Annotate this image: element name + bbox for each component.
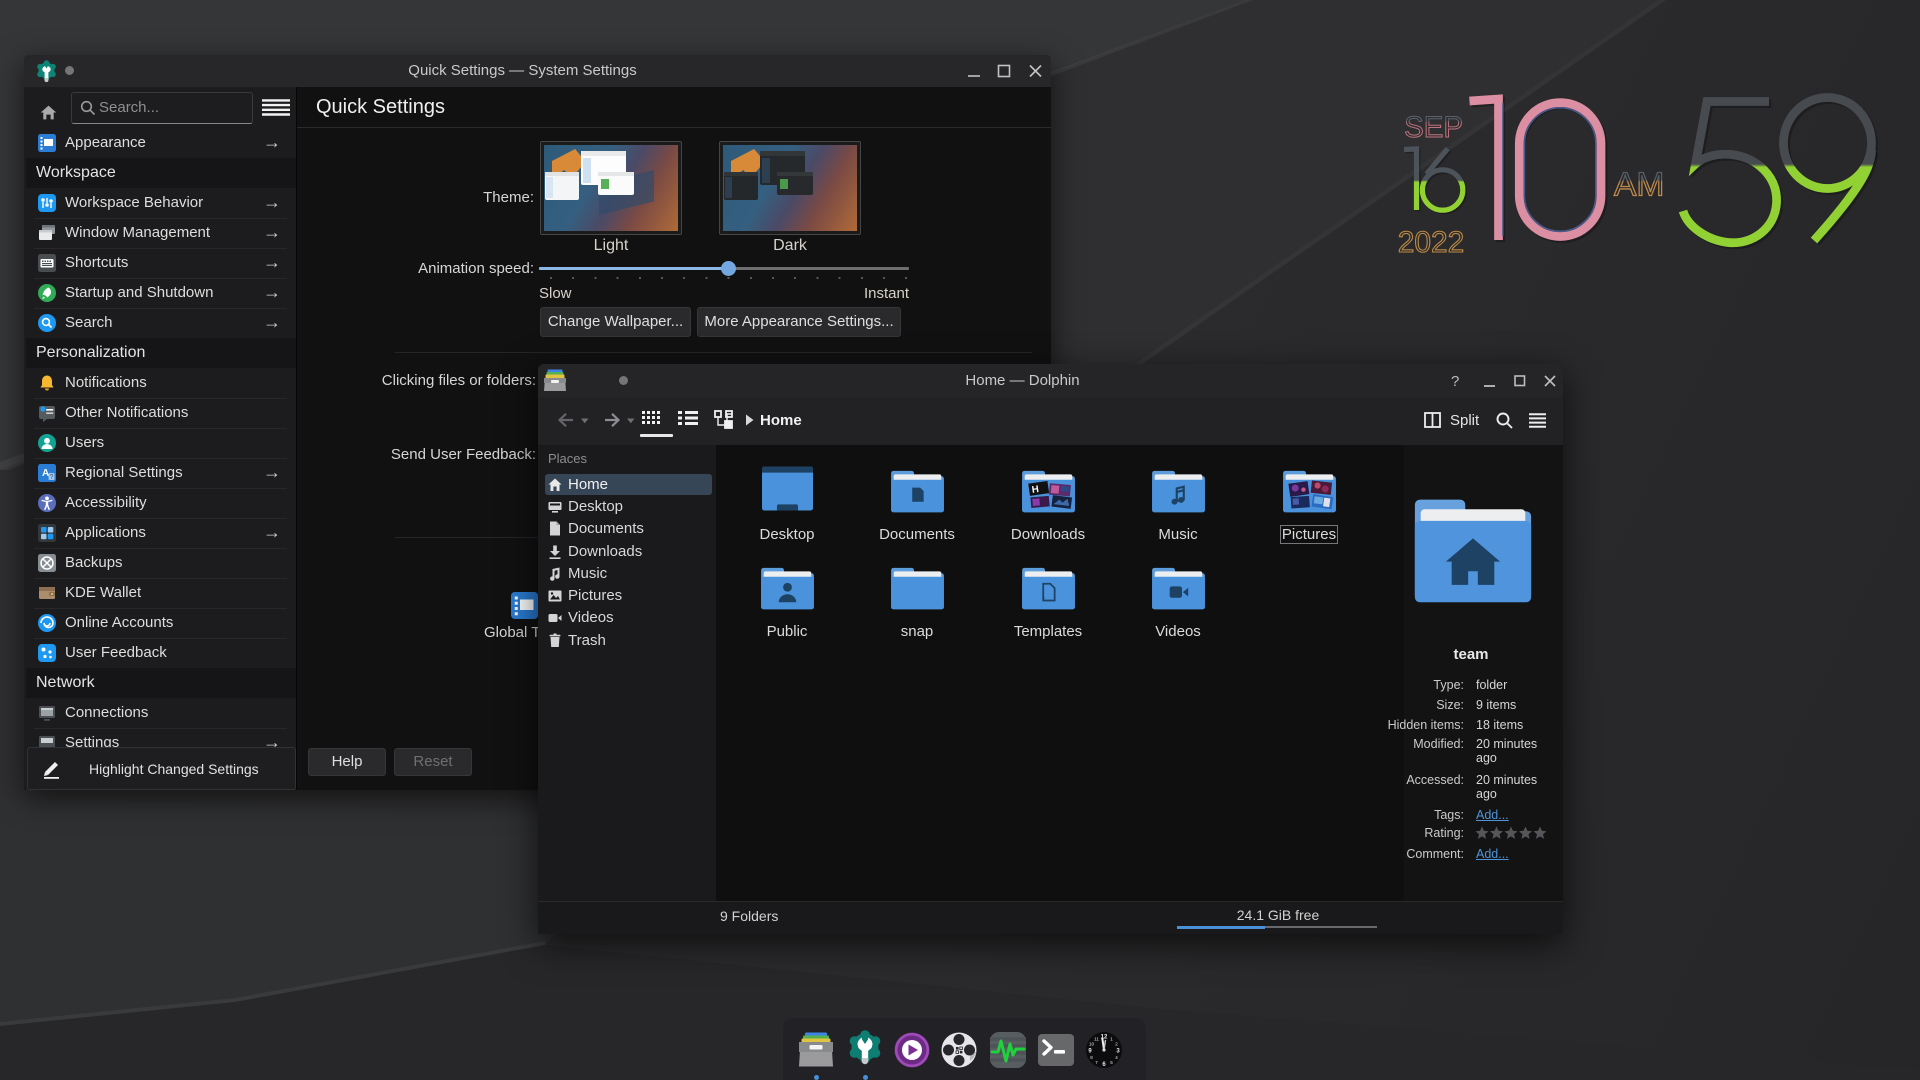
svg-text:10: 10 bbox=[1089, 1042, 1095, 1047]
svg-text:SEP: SEP bbox=[1404, 111, 1463, 144]
svg-text:2022: 2022 bbox=[1398, 226, 1464, 259]
svg-text:A: A bbox=[42, 468, 49, 479]
svg-text:AM: AM bbox=[1614, 167, 1664, 204]
svg-text:11: 11 bbox=[1094, 1037, 1099, 1042]
svg-text:?: ? bbox=[1451, 373, 1459, 388]
svg-text:?: ? bbox=[50, 474, 54, 481]
